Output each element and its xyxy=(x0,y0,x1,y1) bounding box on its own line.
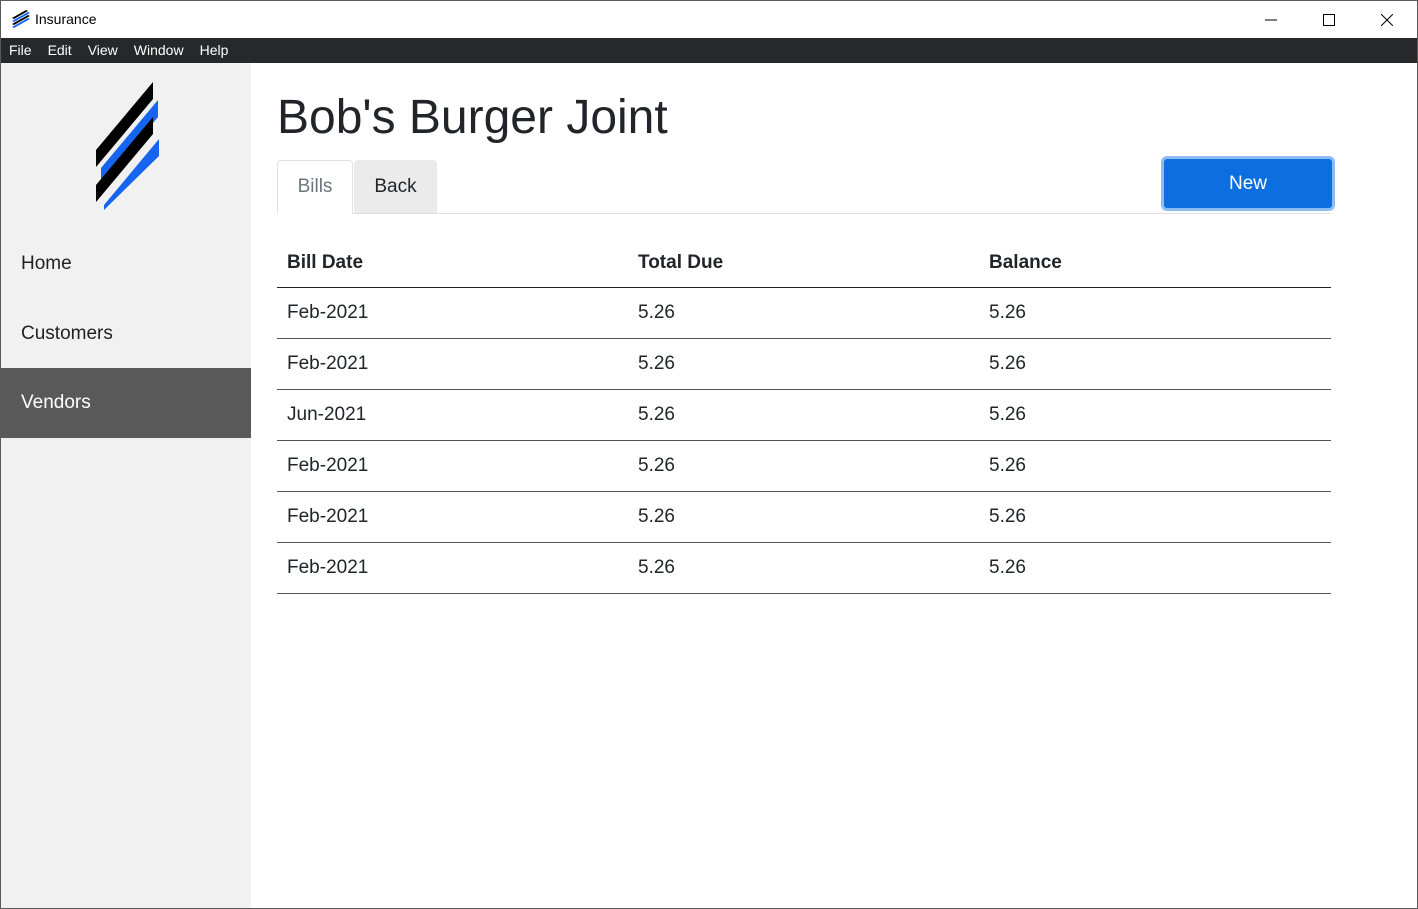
cell-balance: 5.26 xyxy=(979,542,1331,594)
cell-balance: 5.26 xyxy=(979,491,1331,543)
column-header-total-due[interactable]: Total Due xyxy=(628,238,979,288)
maximize-button[interactable] xyxy=(1300,1,1358,38)
new-bill-button[interactable]: New xyxy=(1161,156,1335,211)
column-header-bill-date[interactable]: Bill Date xyxy=(277,238,628,288)
minimize-button[interactable] xyxy=(1242,1,1300,38)
cell-balance: 5.26 xyxy=(979,440,1331,492)
page-title: Bob's Burger Joint xyxy=(277,91,668,144)
cell-bill-date: Feb-2021 xyxy=(277,491,628,543)
menu-help[interactable]: Help xyxy=(192,38,237,63)
table-row[interactable]: Feb-2021 5.26 5.26 xyxy=(277,440,1331,492)
sidebar: Home Customers Vendors xyxy=(1,63,251,908)
minimize-icon xyxy=(1265,19,1277,20)
cell-total-due: 5.26 xyxy=(628,287,979,339)
menu-window[interactable]: Window xyxy=(126,38,192,63)
cell-total-due: 5.26 xyxy=(628,389,979,441)
table-row[interactable]: Feb-2021 5.26 5.26 xyxy=(277,491,1331,543)
cell-total-due: 5.26 xyxy=(628,440,979,492)
table-row[interactable]: Feb-2021 5.26 5.26 xyxy=(277,542,1331,594)
table-row[interactable]: Feb-2021 5.26 5.26 xyxy=(277,338,1331,390)
logo-area xyxy=(1,63,251,229)
cell-total-due: 5.26 xyxy=(628,491,979,543)
close-button[interactable] xyxy=(1358,1,1416,38)
menu-bar: File Edit View Window Help xyxy=(1,38,1417,63)
sidebar-item-vendors[interactable]: Vendors xyxy=(1,368,251,438)
table-row[interactable]: Feb-2021 5.26 5.26 xyxy=(277,287,1331,339)
close-icon xyxy=(1381,13,1393,26)
cell-total-due: 5.26 xyxy=(628,338,979,390)
table-header-row: Bill Date Total Due Balance xyxy=(277,238,1331,288)
menu-file[interactable]: File xyxy=(1,38,40,63)
cell-bill-date: Jun-2021 xyxy=(277,389,628,441)
bills-table: Bill Date Total Due Balance Feb-2021 5.2… xyxy=(277,238,1331,594)
cell-bill-date: Feb-2021 xyxy=(277,440,628,492)
menu-edit[interactable]: Edit xyxy=(40,38,80,63)
sidebar-item-home[interactable]: Home xyxy=(1,229,251,299)
cell-bill-date: Feb-2021 xyxy=(277,287,628,339)
tab-bills[interactable]: Bills xyxy=(277,160,353,214)
sidebar-item-customers[interactable]: Customers xyxy=(1,299,251,369)
column-header-balance[interactable]: Balance xyxy=(979,238,1331,288)
cell-balance: 5.26 xyxy=(979,338,1331,390)
cell-balance: 5.26 xyxy=(979,287,1331,339)
tab-back[interactable]: Back xyxy=(354,160,437,213)
cell-balance: 5.26 xyxy=(979,389,1331,441)
table-row[interactable]: Jun-2021 5.26 5.26 xyxy=(277,389,1331,441)
window-title: Insurance xyxy=(35,11,97,27)
main-content: Bob's Burger Joint Bills Back New Bill D… xyxy=(251,63,1417,908)
stripes-logo-icon xyxy=(96,82,159,210)
cell-bill-date: Feb-2021 xyxy=(277,338,628,390)
cell-total-due: 5.26 xyxy=(628,542,979,594)
maximize-icon xyxy=(1323,13,1335,26)
stripes-logo-icon xyxy=(12,10,30,28)
cell-bill-date: Feb-2021 xyxy=(277,542,628,594)
title-bar[interactable]: Insurance xyxy=(1,1,1417,38)
app-window: Insurance File Edit View Window Help Hom… xyxy=(0,0,1418,909)
menu-view[interactable]: View xyxy=(80,38,126,63)
